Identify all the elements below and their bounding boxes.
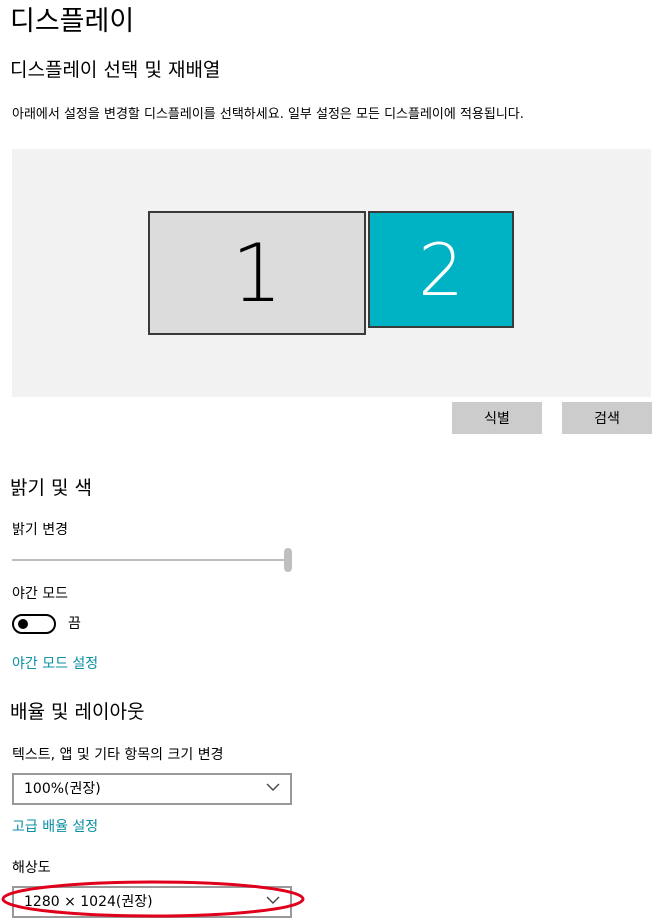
chevron-down-icon <box>266 783 280 791</box>
night-mode-state: 끔 <box>68 616 81 632</box>
monitor-2[interactable]: 2 <box>368 211 514 328</box>
night-mode-settings-link[interactable]: 야간 모드 설정 <box>12 654 98 674</box>
arrange-description: 아래에서 설정을 변경할 디스플레이를 선택하세요. 일부 설정은 모든 디스플… <box>12 107 524 122</box>
monitor-1[interactable]: 1 <box>148 211 366 335</box>
display-arrangement-area[interactable]: 1 2 <box>12 149 651 397</box>
scale-select[interactable]: 100%(권장) <box>12 773 292 805</box>
scale-label: 텍스트, 앱 및 기타 항목의 크기 변경 <box>12 747 224 763</box>
advanced-scaling-link[interactable]: 고급 배율 설정 <box>12 817 98 837</box>
identify-button[interactable]: 식별 <box>452 402 542 434</box>
scale-select-value: 100%(권장) <box>24 781 101 797</box>
resolution-select-value: 1280 × 1024(권장) <box>24 894 153 910</box>
night-mode-toggle[interactable] <box>12 614 56 634</box>
resolution-label: 해상도 <box>12 860 51 876</box>
night-mode-label: 야간 모드 <box>12 586 68 602</box>
brightness-slider-thumb[interactable] <box>284 548 292 572</box>
brightness-heading: 밝기 및 색 <box>10 477 92 499</box>
monitor-1-number: 1 <box>231 226 283 320</box>
brightness-slider[interactable] <box>12 546 294 572</box>
chevron-down-icon <box>266 896 280 904</box>
arrange-heading: 디스플레이 선택 및 재배열 <box>10 59 221 81</box>
resolution-select[interactable]: 1280 × 1024(권장) <box>12 886 292 918</box>
night-mode-toggle-knob <box>18 619 28 629</box>
brightness-label: 밝기 변경 <box>12 522 68 538</box>
detect-button[interactable]: 검색 <box>562 402 652 434</box>
page-title: 디스플레이 <box>10 6 135 37</box>
brightness-slider-track <box>12 559 286 561</box>
scale-heading: 배율 및 레이아웃 <box>10 701 145 723</box>
monitor-2-number: 2 <box>418 227 464 312</box>
